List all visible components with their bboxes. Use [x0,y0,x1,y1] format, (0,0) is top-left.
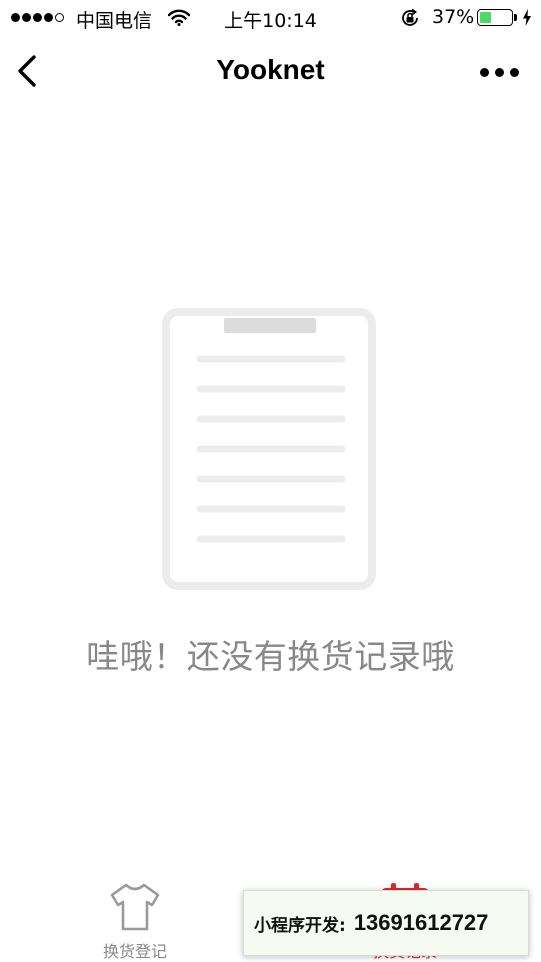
battery-level-fill [480,12,492,23]
navigation-bar: Yooknet [0,36,541,106]
promo-label: 小程序开发: [254,915,346,936]
more-options-button[interactable] [474,58,524,86]
battery-tip [514,14,517,21]
clipboard-document-icon [162,308,376,590]
battery-icon [477,9,513,26]
tab-label: 换货登记 [102,942,167,961]
empty-state-message: 哇哦！还没有换货记录哦 [86,637,455,676]
promo-banner: 小程序开发: 13691612727 [243,890,529,956]
charging-bolt-icon [522,9,532,31]
tab-exchange-register[interactable]: 换货登记 [65,872,205,961]
status-bar: 中国电信 上午10:14 37% [0,0,541,36]
more-dots-icon [479,67,489,77]
rotation-lock-icon [400,8,420,33]
promo-phone-number: 13691612727 [353,910,489,935]
battery-percentage: 37% [432,6,475,28]
tshirt-icon [110,883,160,931]
page-title: Yooknet [216,54,325,85]
